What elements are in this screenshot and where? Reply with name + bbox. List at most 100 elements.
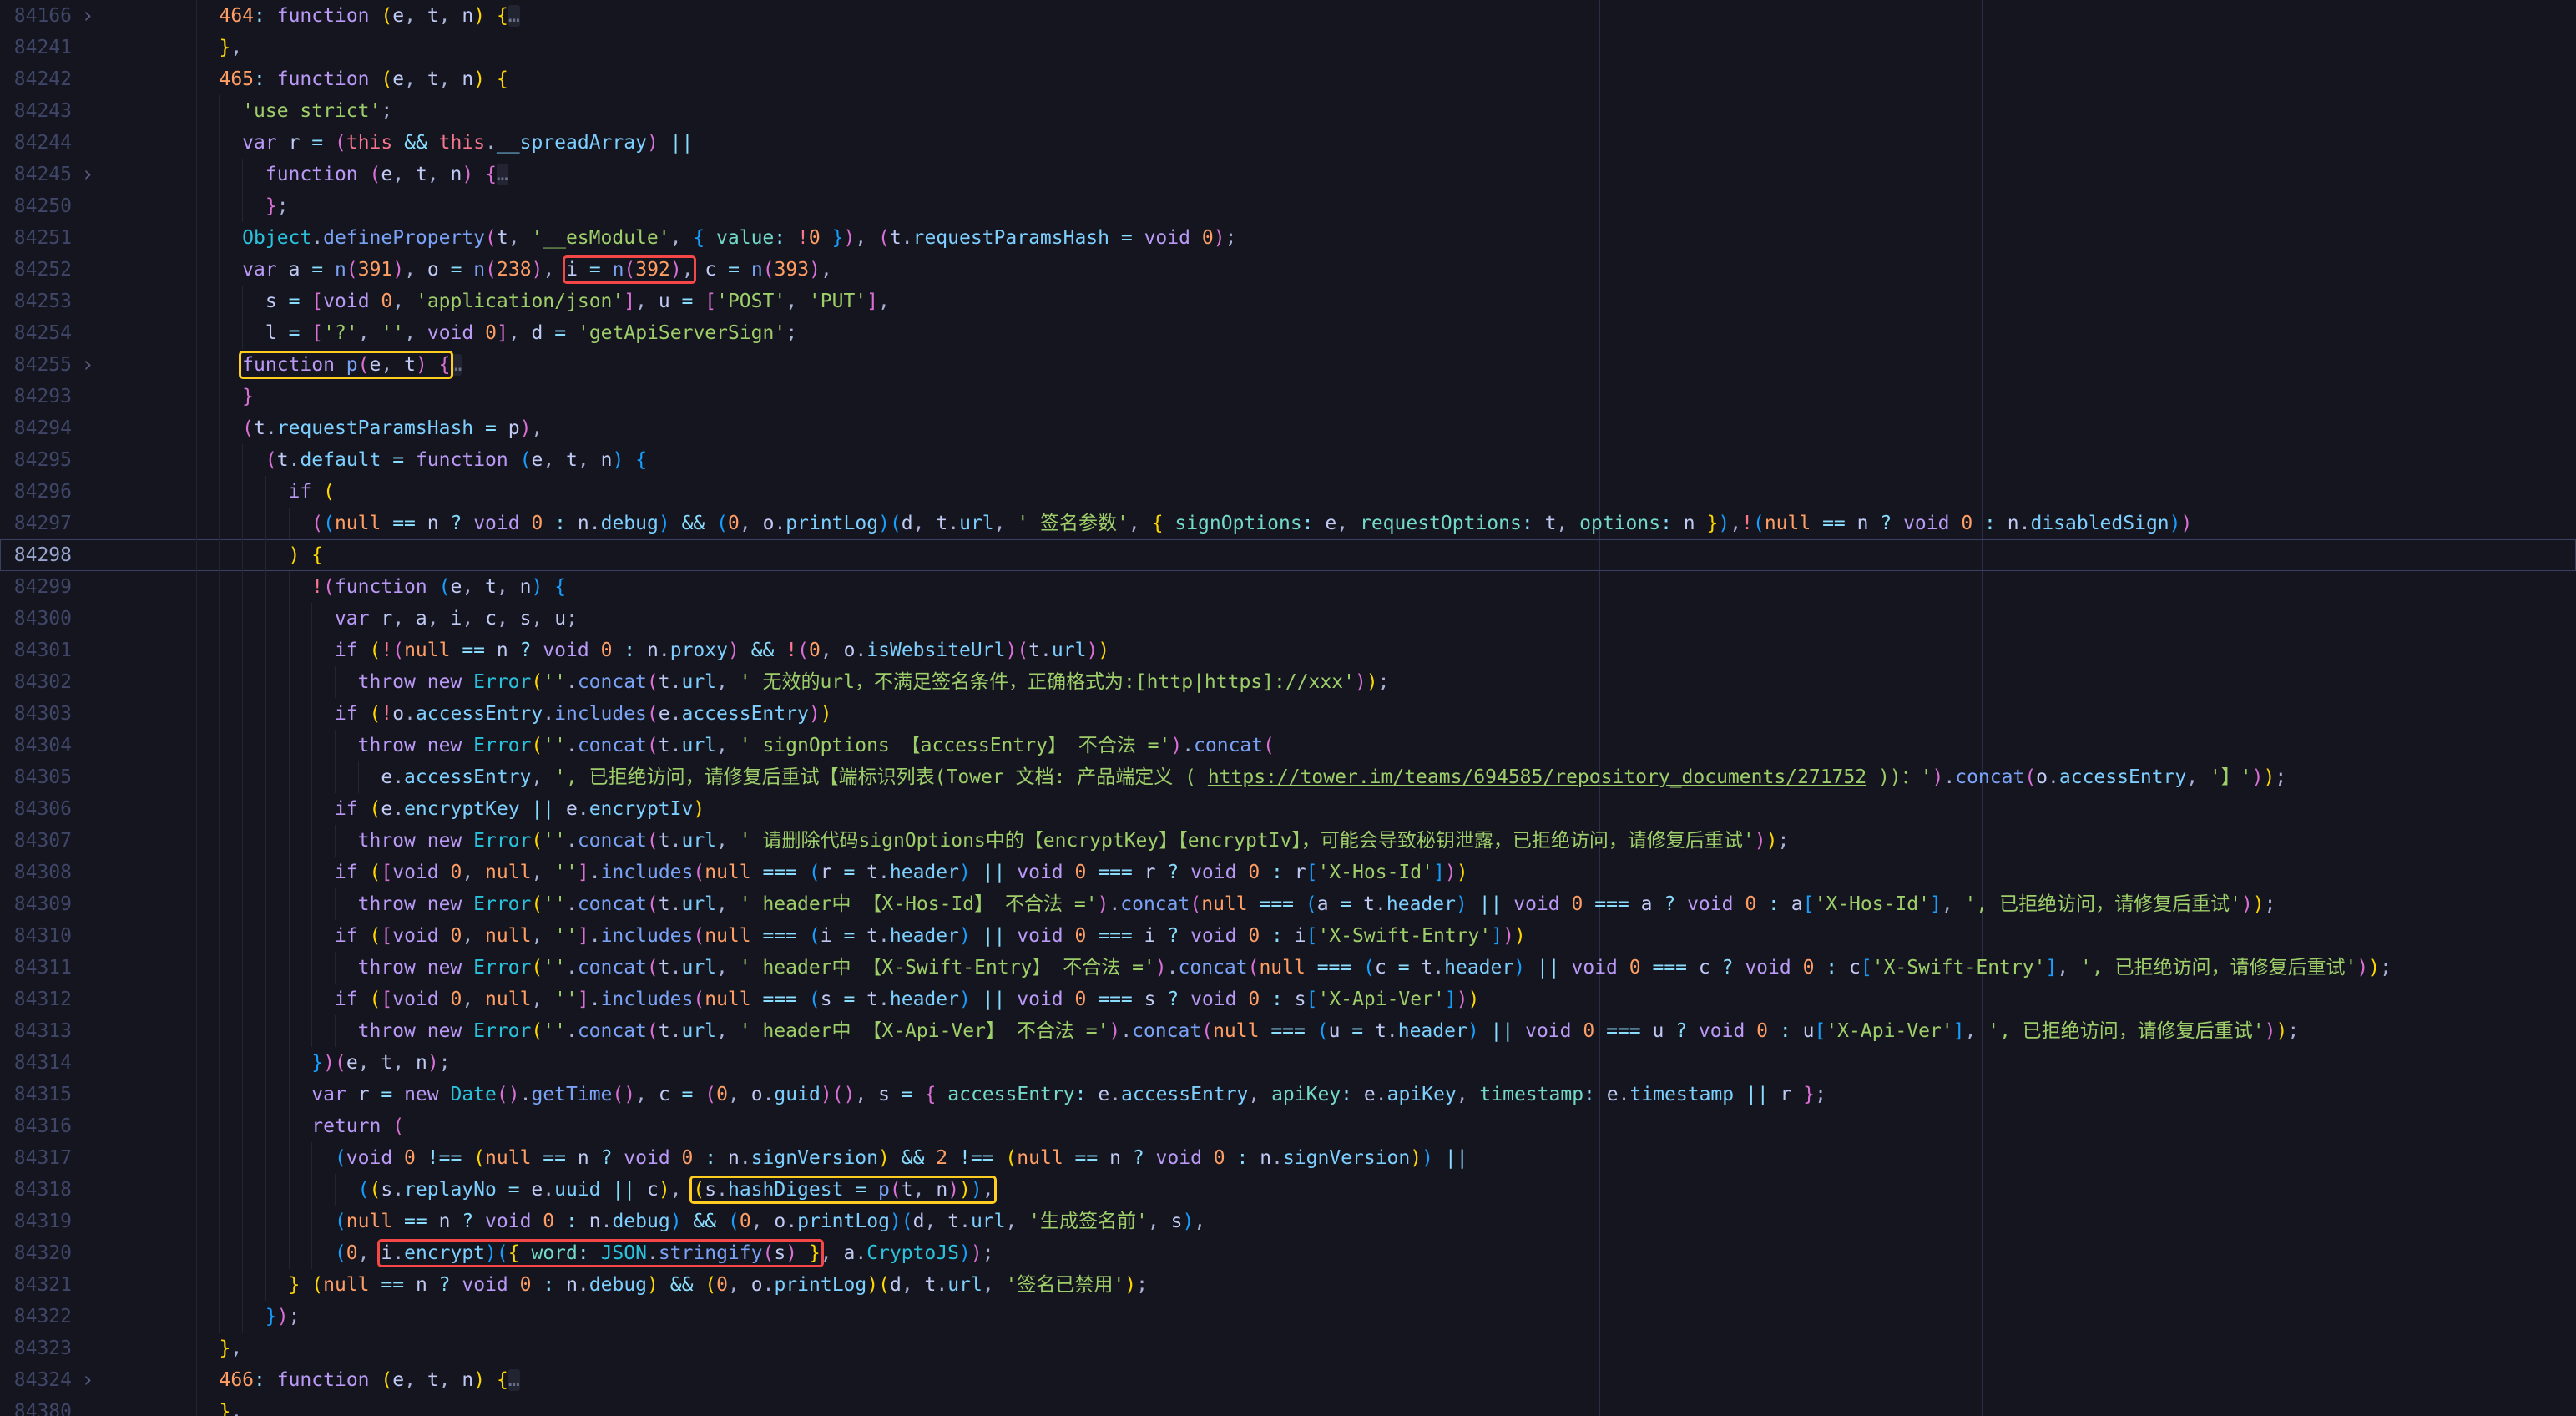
code-line[interactable]: 84255›function p(e, t) {… [0,349,2576,381]
code-line-content[interactable]: if ( [104,476,2576,508]
code-line[interactable]: 84243 'use strict'; [0,95,2576,127]
code-line[interactable]: 84318 ((s.replayNo = e.uuid || c), (s.has… [0,1174,2576,1206]
code-line[interactable]: 84310if ([void 0, null, ''].includes(nul… [0,920,2576,952]
line-number[interactable]: 84296 [0,476,72,508]
code-line-content[interactable]: function p(e, t) {… [104,349,2576,381]
code-line[interactable]: 84254l = ['?', '', void 0], d = 'getApiS… [0,317,2576,349]
code-line[interactable]: 84319(null == n ? void 0 : n.debug) && (… [0,1206,2576,1237]
code-line[interactable]: 84314 })(e, t, n); [0,1047,2576,1079]
line-number[interactable]: 84250 [0,190,72,222]
line-number[interactable]: 84307 [0,825,72,857]
code-line[interactable]: 84312 if ([void 0, null, ''].includes(nul… [0,984,2576,1015]
code-line-content[interactable]: (0, i.encrypt)({ word: JSON.stringify(s)… [104,1237,2576,1269]
line-number[interactable]: 84303 [0,698,72,730]
line-number[interactable]: 84311 [0,952,72,984]
line-number[interactable]: 84310 [0,920,72,952]
code-line[interactable]: 84315var r = new Date().getTime(), c = (… [0,1079,2576,1110]
code-line-content[interactable]: 'use strict'; [104,95,2576,127]
line-number[interactable]: 84293 [0,381,72,412]
code-line[interactable]: 84299!(function (e, t, n) { [0,571,2576,603]
code-line-content[interactable]: s = [void 0, 'application/json'], u = ['… [104,286,2576,317]
line-number[interactable]: 84241 [0,32,72,63]
line-number[interactable]: 84294 [0,412,72,444]
code-line-content[interactable]: l = ['?', '', void 0], d = 'getApiServer… [104,317,2576,349]
line-number[interactable]: 84244 [0,127,72,159]
code-line[interactable]: 84316return ( [0,1110,2576,1142]
code-line-content[interactable]: ((null == n ? void 0 : n.debug) && (0, o… [104,508,2576,539]
code-line[interactable]: 84324›466: function (e, t, n) {… [0,1364,2576,1396]
code-line[interactable]: 84295(t.default = function (e, t, n) { [0,444,2576,476]
fold-chevron-icon[interactable]: › [72,1364,104,1396]
line-number[interactable]: 84243 [0,95,72,127]
code-line-content[interactable]: if (!(null == n ? void 0 : n.proxy) && !… [104,635,2576,666]
code-line[interactable]: 84251Object.defineProperty(t, '__esModul… [0,222,2576,254]
code-line-content[interactable]: (null == n ? void 0 : n.debug) && (0, o.… [104,1206,2576,1237]
code-line-content[interactable]: Object.defineProperty(t, '__esModule', {… [104,222,2576,254]
code-line-content[interactable]: return ( [104,1110,2576,1142]
code-line-content[interactable]: ((s.replayNo = e.uuid || c), (s.hashDige… [104,1174,2576,1206]
fold-chevron-icon[interactable]: › [72,0,104,32]
code-line[interactable]: 84302throw new Error(''.concat(t.url, ' … [0,666,2576,698]
line-number[interactable]: 84166 [0,0,72,32]
line-number[interactable]: 84380 [0,1396,72,1416]
code-line-content[interactable]: var r = (this && this.__spreadArray) || [104,127,2576,159]
code-line[interactable]: 84242465: function (e, t, n) { [0,63,2576,95]
line-number[interactable]: 84321 [0,1269,72,1301]
code-line-content[interactable]: if (e.encryptKey || e.encryptIv) [104,793,2576,825]
code-line-content[interactable]: (t.default = function (e, t, n) { [104,444,2576,476]
code-line[interactable]: 84306if (e.encryptKey || e.encryptIv) [0,793,2576,825]
code-line[interactable]: 84166›464: function (e, t, n) {… [0,0,2576,32]
code-line[interactable]: 84253s = [void 0, 'application/json'], u… [0,286,2576,317]
code-line[interactable]: 84301 if (!(null == n ? void 0 : n.proxy)… [0,635,2576,666]
line-number[interactable]: 84300 [0,603,72,635]
line-number[interactable]: 84302 [0,666,72,698]
code-line[interactable]: 84244 var r = (this && this.__spreadArray… [0,127,2576,159]
code-line-content[interactable]: throw new Error(''.concat(t.url, ' heade… [104,888,2576,920]
line-number[interactable]: 84312 [0,984,72,1015]
code-line-content[interactable]: e.accessEntry, ', 已拒绝访问，请修复后重试【端标识列表(Tow… [104,761,2576,793]
line-number[interactable]: 84245 [0,159,72,190]
code-line[interactable]: 84250}; [0,190,2576,222]
line-number[interactable]: 84314 [0,1047,72,1079]
code-line-content[interactable]: 466: function (e, t, n) {… [104,1364,2576,1396]
fold-chevron-icon[interactable]: › [72,349,104,381]
code-line-content[interactable]: throw new Error(''.concat(t.url, ' signO… [104,730,2576,761]
code-line-content[interactable]: var r = new Date().getTime(), c = (0, o.… [104,1079,2576,1110]
line-number[interactable]: 84318 [0,1174,72,1206]
line-number[interactable]: 84308 [0,857,72,888]
code-line-content[interactable]: function (e, t, n) {… [104,159,2576,190]
code-line[interactable]: 84304 throw new Error(''.concat(t.url, ' … [0,730,2576,761]
code-line-content[interactable]: (void 0 !== (null == n ? void 0 : n.sign… [104,1142,2576,1174]
code-line-content[interactable]: }, [104,1333,2576,1364]
line-number[interactable]: 84304 [0,730,72,761]
line-number[interactable]: 84252 [0,254,72,286]
fold-chevron-icon[interactable]: › [72,159,104,190]
code-line-content[interactable]: if (!o.accessEntry.includes(e.accessEntr… [104,698,2576,730]
line-number[interactable]: 84299 [0,571,72,603]
code-line-content[interactable]: }, [104,1396,2576,1416]
code-line[interactable]: 84305 e.accessEntry, ', 已拒绝访问，请修复后重试【端标识列… [0,761,2576,793]
code-line[interactable]: 84321 } (null == n ? void 0 : n.debug) &&… [0,1269,2576,1301]
code-line-content[interactable]: throw new Error(''.concat(t.url, ' heade… [104,1015,2576,1047]
code-line[interactable]: 84293} [0,381,2576,412]
code-line-content[interactable]: ) { [104,539,2576,571]
code-line-content[interactable]: 464: function (e, t, n) {… [104,0,2576,32]
code-line-content[interactable]: })(e, t, n); [104,1047,2576,1079]
line-number[interactable]: 84323 [0,1333,72,1364]
code-line-content[interactable]: }; [104,190,2576,222]
line-number[interactable]: 84305 [0,761,72,793]
code-line-content[interactable]: if ([void 0, null, ''].includes(null ===… [104,984,2576,1015]
code-line[interactable]: 84311throw new Error(''.concat(t.url, ' … [0,952,2576,984]
line-number[interactable]: 84298 [0,539,72,571]
code-line-content[interactable]: } (null == n ? void 0 : n.debug) && (0, … [104,1269,2576,1301]
code-line-content[interactable]: } [104,381,2576,412]
code-line[interactable]: 84307throw new Error(''.concat(t.url, ' … [0,825,2576,857]
line-number[interactable]: 84301 [0,635,72,666]
string-url-link[interactable]: https://tower.im/teams/694585/repository… [1208,766,1866,788]
line-number[interactable]: 84320 [0,1237,72,1269]
code-line[interactable]: 84308if ([void 0, null, ''].includes(nul… [0,857,2576,888]
code-line[interactable]: 84322}); [0,1301,2576,1333]
line-number[interactable]: 84309 [0,888,72,920]
line-number[interactable]: 84322 [0,1301,72,1333]
code-line[interactable]: 84297((null == n ? void 0 : n.debug) && … [0,508,2576,539]
